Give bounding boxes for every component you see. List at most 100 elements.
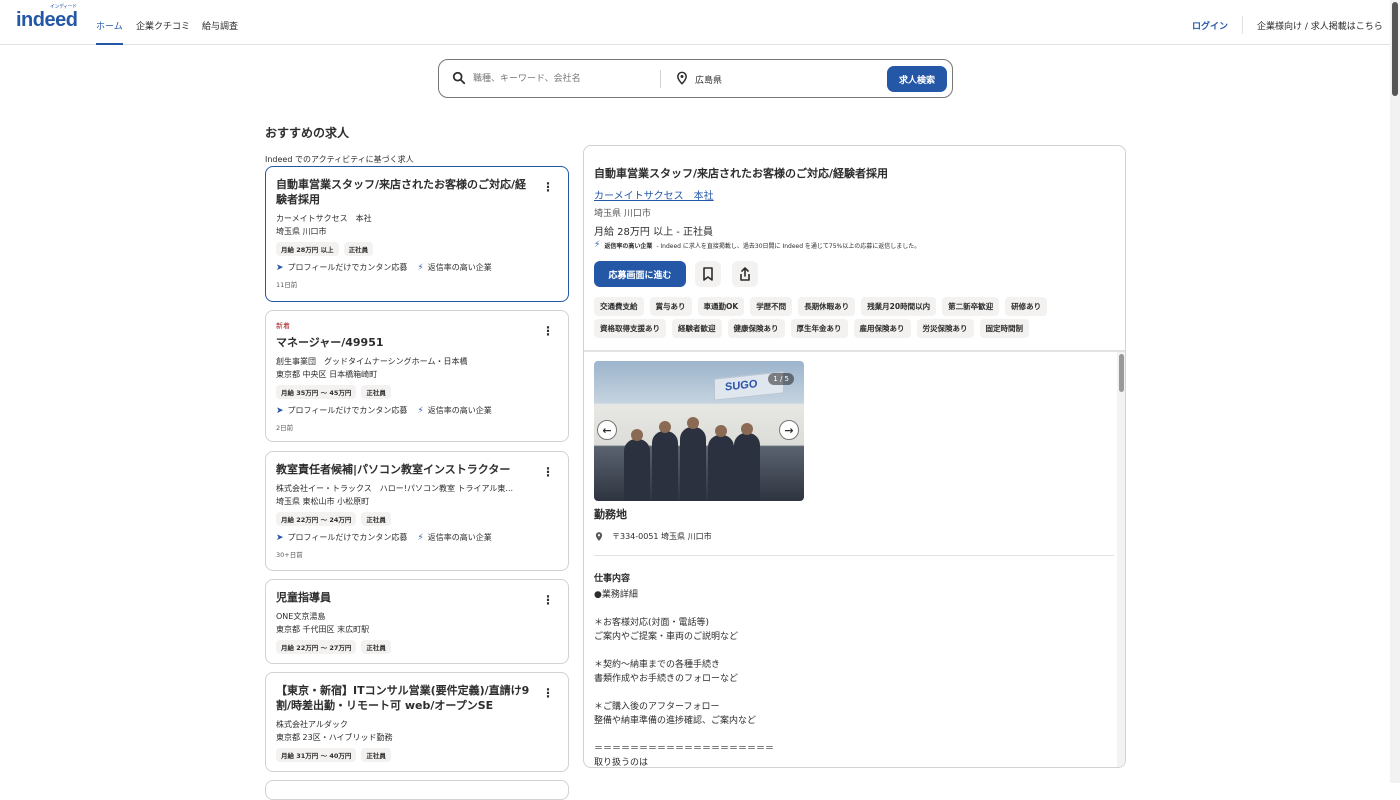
company-photo[interactable]: SUGO 1 / 5 bbox=[594, 361, 804, 501]
benefit-tag: 固定時間制 bbox=[979, 319, 1029, 338]
job-company: 創生事業団 グッドタイムナーシングホーム・日本橋 bbox=[276, 357, 468, 366]
photo-person bbox=[708, 435, 734, 501]
job-location: 埼玉県 川口市 bbox=[276, 227, 327, 236]
lightning-icon: ⚡ bbox=[594, 240, 601, 250]
job-card[interactable]: 児童指導員 ⋮ ONE文京湯島 東京都 千代田区 末広町駅 月給 22万円 ～ … bbox=[265, 579, 569, 664]
kebab-menu-icon[interactable]: ⋮ bbox=[542, 325, 554, 339]
kebab-menu-icon[interactable]: ⋮ bbox=[542, 181, 554, 195]
detail-scrollbar-thumb[interactable] bbox=[1119, 354, 1124, 392]
detail-company-link[interactable]: カーメイトサクセス 本社 bbox=[594, 187, 714, 202]
save-job-button[interactable] bbox=[695, 261, 721, 287]
feature-label: 返信率の高い企業 bbox=[427, 406, 492, 415]
benefit-tag: 車通勤OK bbox=[697, 297, 745, 316]
section-subtitle: Indeed でのアクティビティに基づく求人 bbox=[265, 155, 414, 164]
job-description: ●業務詳細 ＊お客様対応(対面・電話等) ご案内やご提案・車両のご説明など ＊契… bbox=[594, 588, 1094, 768]
share-job-button[interactable] bbox=[732, 261, 758, 287]
search-bar: 求人検索 bbox=[438, 59, 953, 98]
description-line: 取り扱うのは bbox=[594, 758, 649, 768]
work-location-heading: 勤務地 bbox=[594, 508, 627, 521]
job-company: ONE文京湯島 bbox=[276, 612, 326, 621]
page-scrollbar-thumb[interactable] bbox=[1392, 2, 1398, 96]
photo-head bbox=[741, 423, 753, 435]
job-card[interactable]: 新着 マネージャー/49951 ⋮ 創生事業団 グッドタイムナーシングホーム・日… bbox=[265, 310, 569, 442]
job-title[interactable]: 【東京・新宿】ITコンサル営業(要件定義)/直請け9割/時差出勤・リモート可 w… bbox=[276, 683, 531, 713]
posted-date: 30+日前 bbox=[276, 551, 303, 559]
salary-pill: 月給 22万円 ～ 24万円 bbox=[276, 512, 357, 526]
send-arrow-icon: ➤ bbox=[276, 532, 284, 543]
benefit-tag: 賞与あり bbox=[649, 297, 692, 316]
lightning-icon: ⚡ bbox=[417, 405, 424, 416]
send-arrow-icon: ➤ bbox=[276, 405, 284, 416]
tab-company-reviews[interactable]: 企業クチコミ bbox=[136, 19, 190, 32]
employer-link[interactable]: 企業様向け / 求人掲載はこちら bbox=[1257, 19, 1383, 32]
kebab-menu-icon[interactable]: ⋮ bbox=[542, 594, 554, 608]
location-pin-icon bbox=[677, 71, 687, 85]
benefit-tag: 雇用保険あり bbox=[853, 319, 911, 338]
job-title[interactable]: マネージャー/49951 bbox=[276, 335, 531, 350]
job-type-pill: 正社員 bbox=[361, 748, 391, 762]
tab-salary-search[interactable]: 給与調査 bbox=[202, 19, 238, 32]
job-location: 東京都 中央区 日本橋箱崎町 bbox=[276, 370, 378, 379]
store-sign-text: SUGO bbox=[725, 378, 758, 394]
job-company: 株式会社イー・トラックス ハロー!パソコン教室 トライアル東... bbox=[276, 484, 514, 493]
responsive-employer-feature: ⚡ 返信率の高い企業 bbox=[417, 532, 491, 543]
photo-person bbox=[652, 431, 678, 501]
photo-head bbox=[687, 417, 699, 429]
benefit-tag: 学歴不問 bbox=[750, 297, 793, 316]
login-link[interactable]: ログイン bbox=[1192, 19, 1228, 32]
section-title: おすすめの求人 bbox=[265, 126, 350, 140]
job-card[interactable]: 教室責任者候補|パソコン教室インストラクター ⋮ 株式会社イー・トラックス ハロ… bbox=[265, 451, 569, 571]
find-jobs-button[interactable]: 求人検索 bbox=[887, 66, 947, 92]
description-line: ＝＝＝＝＝＝＝＝＝＝＝＝＝＝＝＝＝＝＝＝ bbox=[594, 744, 775, 754]
kebab-menu-icon[interactable]: ⋮ bbox=[542, 466, 554, 480]
lightning-icon: ⚡ bbox=[417, 532, 424, 543]
job-card[interactable] bbox=[265, 780, 569, 800]
job-type-pill: 正社員 bbox=[361, 385, 391, 399]
salary-pill: 月給 35万円 ～ 45万円 bbox=[276, 385, 357, 399]
description-line: ●業務詳細 bbox=[594, 590, 638, 600]
where-input[interactable] bbox=[695, 70, 865, 88]
job-type-pill: 正社員 bbox=[361, 640, 391, 654]
job-location: 埼玉県 東松山市 小松原町 bbox=[276, 497, 370, 506]
kebab-menu-icon[interactable]: ⋮ bbox=[542, 687, 554, 701]
lightning-icon: ⚡ bbox=[417, 262, 424, 273]
job-type-pill: 正社員 bbox=[343, 242, 374, 256]
chevron-left-icon[interactable]: ← bbox=[597, 420, 617, 440]
description-line: ＊お客様対応(対面・電話等) bbox=[594, 618, 710, 628]
salary-pill: 月給 22万円 ～ 27万円 bbox=[276, 640, 357, 654]
description-line bbox=[594, 728, 1094, 742]
benefit-tag: 健康保険あり bbox=[727, 319, 785, 338]
job-card[interactable]: 【東京・新宿】ITコンサル営業(要件定義)/直請け9割/時差出勤・リモート可 w… bbox=[265, 672, 569, 772]
job-title[interactable]: 教室責任者候補|パソコン教室インストラクター bbox=[276, 462, 531, 477]
posted-date: 11日前 bbox=[276, 281, 298, 289]
chevron-right-icon[interactable]: → bbox=[779, 420, 799, 440]
job-location: 東京都 千代田区 末広町駅 bbox=[276, 625, 370, 634]
indeed-logo[interactable]: インディード indeed bbox=[16, 4, 78, 32]
benefit-tags-row: 資格取得支援あり 経験者歓迎 健康保険あり 厚生年金あり 雇用保険あり 労災保険… bbox=[594, 319, 1114, 338]
page-scrollbar[interactable] bbox=[1390, 0, 1400, 783]
tab-home[interactable]: ホーム bbox=[96, 19, 123, 45]
what-input[interactable] bbox=[473, 70, 653, 88]
easy-apply-feature: ➤ プロフィールだけでカンタン応募 bbox=[276, 405, 407, 416]
detail-scroll-area[interactable]: SUGO 1 / 5 ← → 勤務地 〒334-0051 埼玉県 川口市 仕事内… bbox=[584, 352, 1125, 768]
feature-label: プロフィールだけでカンタン応募 bbox=[287, 263, 408, 272]
easy-apply-feature: ➤ プロフィールだけでカンタン応募 bbox=[276, 532, 407, 543]
job-card[interactable]: 自動車営業スタッフ/来店されたお客様のご対応/経験者採用 ⋮ カーメイトサクセス… bbox=[265, 166, 569, 302]
job-title[interactable]: 児童指導員 bbox=[276, 590, 531, 605]
job-title[interactable]: 自動車営業スタッフ/来店されたお客様のご対応/経験者採用 bbox=[276, 177, 531, 207]
apply-button[interactable]: 応募画面に進む bbox=[594, 261, 686, 287]
description-line bbox=[594, 686, 1094, 700]
detail-scrollbar[interactable] bbox=[1117, 352, 1125, 767]
feature-label: プロフィールだけでカンタン応募 bbox=[287, 406, 408, 415]
job-type-pill: 正社員 bbox=[361, 512, 391, 526]
salary-pill: 月給 28万円 以上 bbox=[276, 242, 339, 256]
work-address-text: 〒334-0051 埼玉県 川口市 bbox=[612, 532, 712, 541]
photo-person bbox=[680, 427, 706, 501]
job-description-heading: 仕事内容 bbox=[594, 574, 631, 584]
description-line: ご案内やご提案・車両のご説明など bbox=[594, 632, 739, 642]
description-line: ＊契約～納車までの各種手続き bbox=[594, 660, 721, 670]
photo-head bbox=[715, 425, 727, 437]
responsive-employer-note: ⚡ 返信率の高い企業 - Indeed に求人を直接掲載し、過去30日間に In… bbox=[594, 240, 920, 250]
photo-head bbox=[659, 421, 671, 433]
salary-pill: 月給 31万円 ～ 40万円 bbox=[276, 748, 357, 762]
